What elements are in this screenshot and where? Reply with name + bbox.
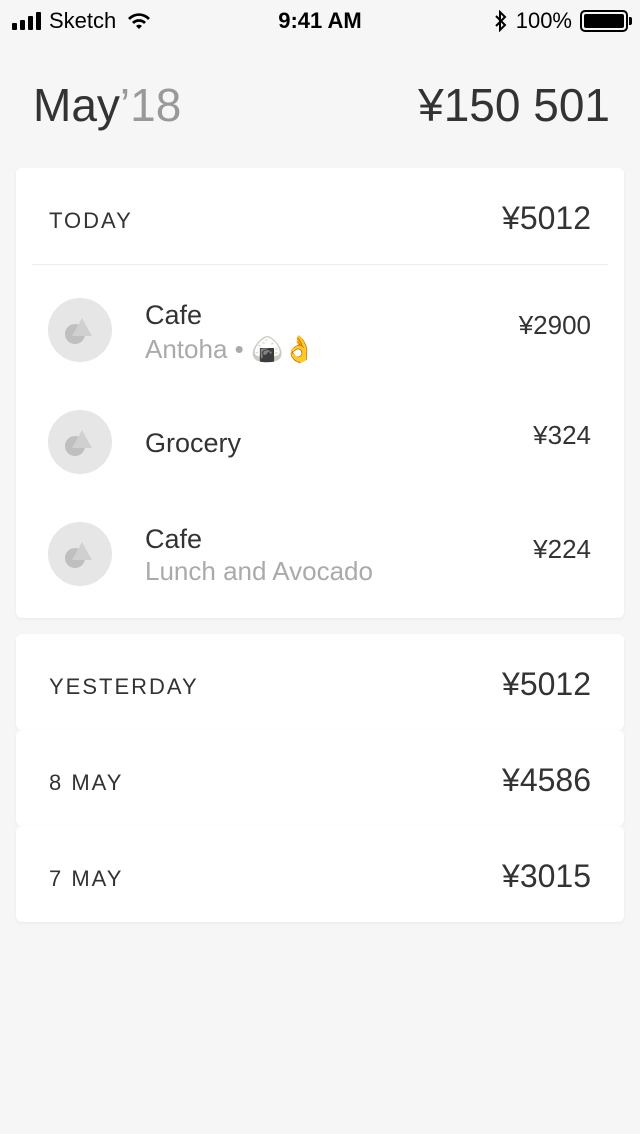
day-card-yesterday[interactable]: YESTERDAY ¥5012	[16, 634, 624, 730]
battery-icon	[580, 10, 632, 32]
pie-triangle-icon	[65, 318, 92, 344]
pie-triangle-icon	[65, 430, 92, 456]
transaction-amount: ¥224	[533, 534, 591, 564]
day-total: ¥4586	[502, 762, 591, 798]
transaction-title: Cafe	[145, 524, 203, 554]
transaction-row[interactable]: Cafe Antoha • 🍙👌 ¥2900	[16, 280, 624, 380]
day-label: TODAY	[49, 208, 133, 233]
monthly-total: ¥150 501	[418, 79, 610, 131]
category-icon	[48, 298, 112, 362]
transaction-amount: ¥324	[533, 420, 591, 450]
status-right: 100%	[494, 8, 632, 34]
day-total: ¥5012	[502, 200, 591, 236]
pie-triangle-icon	[65, 542, 92, 568]
transaction-title: Grocery	[145, 428, 242, 458]
battery-percent: 100%	[515, 8, 572, 33]
day-card-8-may[interactable]: 8 MAY ¥4586	[16, 730, 624, 826]
transaction-subtitle: Lunch and Avocado	[145, 556, 373, 586]
day-card-7-may[interactable]: 7 MAY ¥3015	[16, 826, 624, 922]
day-label: 7 MAY	[49, 866, 124, 891]
day-card-today[interactable]: TODAY ¥5012 Cafe Antoha • 🍙👌 ¥2900 Groce…	[16, 168, 624, 618]
status-bar: Sketch 9:41 AM 100%	[0, 0, 640, 40]
transaction-row[interactable]: Grocery ¥324	[16, 392, 624, 492]
category-icon	[48, 410, 112, 474]
transaction-row[interactable]: Cafe Lunch and Avocado ¥224	[16, 504, 624, 604]
page-header: May’18 ¥150 501	[0, 78, 640, 138]
divider	[32, 264, 608, 265]
day-total: ¥5012	[502, 666, 591, 702]
day-label: YESTERDAY	[49, 674, 199, 699]
day-label: 8 MAY	[49, 770, 124, 795]
transaction-subtitle: Antoha • 🍙👌	[145, 334, 316, 364]
transaction-title: Cafe	[145, 300, 203, 330]
transaction-amount: ¥2900	[518, 310, 591, 340]
category-icon	[48, 522, 112, 586]
bluetooth-icon	[495, 10, 507, 32]
month-selector[interactable]: May’18	[33, 78, 181, 132]
year-label: ’18	[119, 79, 182, 131]
day-total: ¥3015	[502, 858, 591, 894]
month-label: May	[33, 79, 120, 131]
